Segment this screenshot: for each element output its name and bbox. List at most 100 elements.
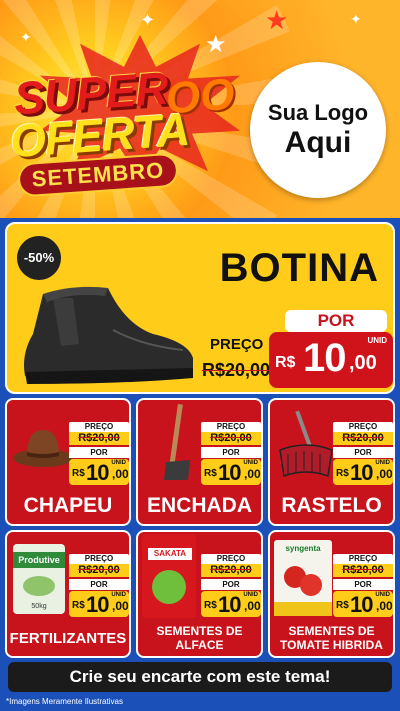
bag-brand: Produtive: [13, 552, 65, 568]
unit-label: UNID: [375, 460, 390, 466]
featured-product-card: -50% BOTINA PREÇO R$20,00 POR R$ 10 ,00 …: [5, 222, 395, 394]
lettuce-icon: [152, 570, 186, 604]
old-price: R$20,00: [201, 564, 261, 577]
new-price: R$ 10 ,00 UNID: [69, 591, 129, 617]
old-price: R$20,00: [333, 432, 393, 445]
price-tag: PREÇO R$20,00 POR R$ 10 ,00 UNID: [201, 422, 261, 485]
price-tag: PREÇO R$20,00 POR R$ 10 ,00 UNID: [69, 422, 129, 485]
por-label: POR: [333, 579, 393, 590]
new-price: R$ 10 ,00 UNID: [201, 459, 261, 485]
new-price: R$ 10 ,00 UNID: [69, 459, 129, 485]
star-sparkle-icon: ★: [205, 30, 227, 58]
price-integer: 10: [86, 592, 110, 617]
product-card-enchada: PREÇO R$20,00 POR R$ 10 ,00 UNID ENCHADA: [136, 398, 263, 526]
currency-symbol: R$: [72, 468, 85, 479]
price-decimal: ,00: [376, 599, 393, 613]
product-name-line1: SEMENTES DE: [288, 624, 375, 638]
hero-banner: ✦ ★ ★ ✦ ✦ SUPER OO OFERTA SETEMBRO Sua L…: [0, 0, 400, 218]
star-sparkle-icon: ✦: [20, 30, 32, 46]
product-card-sementes-alface: SAKATA PREÇO R$20,00 POR R$ 10 ,00 UNID …: [136, 530, 263, 658]
price-decimal: ,00: [112, 467, 129, 481]
price-label: PREÇO: [69, 554, 129, 564]
por-label: POR: [201, 447, 261, 458]
currency-symbol: R$: [336, 600, 349, 611]
price-label: PREÇO: [69, 422, 129, 432]
old-price: R$20,00: [202, 360, 271, 380]
hat-image: [13, 430, 73, 467]
bag-weight: 50kg: [31, 603, 47, 610]
new-price: R$ 10 ,00 UNID: [333, 459, 393, 485]
price-decimal: ,00: [112, 599, 129, 613]
price-decimal: ,00: [244, 599, 261, 613]
new-price: R$ 10 ,00 UNID: [201, 591, 261, 617]
cta-button[interactable]: Crie seu encarte com este tema!: [8, 662, 392, 692]
product-name: ENCHADA: [147, 494, 252, 517]
product-card-chapeu: PREÇO R$20,00 POR R$ 10 ,00 UNID CHAPEU: [5, 398, 131, 526]
price-label: PREÇO: [333, 422, 393, 432]
old-price: R$20,00: [333, 564, 393, 577]
unit-label: UNID: [375, 592, 390, 598]
unit-label: UNID: [367, 336, 387, 345]
por-label: POR: [201, 579, 261, 590]
product-name-line2: TOMATE HIBRIDA: [280, 638, 383, 652]
packet-brand: syngenta: [285, 544, 321, 553]
packet-brand: SAKATA: [148, 548, 192, 560]
por-label: POR: [69, 447, 129, 458]
star-sparkle-icon: ✦: [140, 10, 156, 31]
price-integer: 10: [86, 460, 110, 485]
rake-image: [279, 410, 333, 478]
fertilizer-bag-image: Produtive 50kg: [13, 544, 65, 614]
price-label: PREÇO: [201, 422, 261, 432]
product-name: FERTILIZANTES: [9, 630, 127, 647]
product-name: CHAPEU: [23, 494, 113, 517]
por-label: POR: [285, 310, 387, 332]
star-sparkle-icon: ★: [265, 6, 289, 36]
unit-label: UNID: [111, 460, 126, 466]
seed-packet-image: SAKATA: [142, 534, 196, 618]
new-price: R$ 10 ,00 UNID: [269, 332, 393, 388]
price-tag: PREÇO R$20,00 POR R$ 10 ,00 UNID: [201, 554, 261, 617]
old-price: R$20,00: [201, 432, 261, 445]
por-label: POR: [333, 447, 393, 458]
price-tag: PREÇO R$20,00 POR R$ 10 ,00 UNID: [333, 422, 393, 485]
new-price: R$ 10 ,00 UNID: [333, 591, 393, 617]
unit-label: UNID: [111, 592, 126, 598]
currency-symbol: R$: [275, 354, 296, 371]
product-name: SEMENTES DE TOMATE HIBRIDA: [270, 624, 393, 652]
por-label: POR: [69, 579, 129, 590]
price-decimal: ,00: [349, 352, 377, 374]
price-decimal: ,00: [244, 467, 261, 481]
product-name: RASTELO: [281, 494, 382, 517]
price-label: PREÇO: [201, 554, 261, 564]
old-price: R$20,00: [69, 432, 129, 445]
unit-label: UNID: [243, 460, 258, 466]
product-card-fertilizantes: Produtive 50kg PREÇO R$20,00 POR R$ 10 ,…: [5, 530, 131, 658]
logo-placeholder: Sua Logo Aqui: [250, 62, 386, 198]
price-label: PREÇO: [210, 336, 264, 353]
price-integer: 10: [350, 592, 374, 617]
price-label: PREÇO: [333, 554, 393, 564]
currency-symbol: R$: [336, 468, 349, 479]
price-tag: PREÇO R$20,00 POR R$ 10 ,00 UNID: [333, 554, 393, 617]
currency-symbol: R$: [204, 468, 217, 479]
product-name-line2: ALFACE: [175, 638, 224, 652]
price-decimal: ,00: [376, 467, 393, 481]
unit-label: UNID: [243, 592, 258, 598]
packet-stripe: [274, 602, 332, 616]
boot-image: [24, 286, 193, 384]
price-integer: 10: [350, 460, 374, 485]
old-price: R$20,00: [69, 564, 129, 577]
price-integer: 10: [303, 336, 346, 380]
leaf-icon: [23, 576, 55, 596]
currency-symbol: R$: [72, 600, 85, 611]
product-card-sementes-tomate: syngenta PREÇO R$20,00 POR R$ 10 ,00 UNI…: [268, 530, 395, 658]
price-tag: PREÇO R$20,00 POR R$ 10 ,00 UNID: [69, 554, 129, 617]
disclaimer-text: *Imagens Meramente Ilustrativas: [6, 697, 123, 706]
logo-text-line2: Aqui: [284, 126, 352, 159]
logo-text-line1: Sua Logo: [267, 100, 369, 125]
price-integer: 10: [218, 460, 242, 485]
product-card-rastelo: PREÇO R$20,00 POR R$ 10 ,00 UNID RASTELO: [268, 398, 395, 526]
product-name-line1: SEMENTES DE: [156, 624, 243, 638]
price-integer: 10: [218, 592, 242, 617]
currency-symbol: R$: [204, 600, 217, 611]
